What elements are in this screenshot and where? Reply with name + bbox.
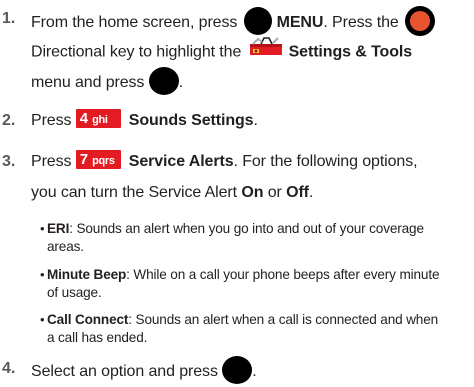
bullet: • — [40, 312, 45, 327]
key-7-icon: 7 pqrs — [75, 150, 121, 170]
settings-tools-label: Settings & Tools — [288, 43, 413, 61]
step-3-line-1: Press 7 pqrs Service Alerts. For the foll… — [31, 150, 418, 170]
step-1-line-1: From the home screen, press MENU. Press … — [31, 6, 436, 38]
key-4-icon: 4 ghi — [75, 109, 121, 129]
step-1-line-2: Directional key to highlight the Setting… — [31, 36, 413, 66]
step-1-line-3: menu and press . — [31, 67, 183, 97]
option-minute-beep-line-2: of usage. — [47, 285, 102, 300]
step-3-line-2: you can turn the Service Alert On or Off… — [31, 184, 314, 201]
bullet: • — [40, 221, 45, 236]
bullet: • — [40, 267, 45, 282]
step-1-number: 1. — [2, 10, 16, 27]
option-minute-beep-line-1: Minute Beep: While on a call your phone … — [47, 267, 440, 282]
step-4-line: Select an option and press . — [31, 356, 257, 386]
ok-key-icon — [148, 67, 179, 95]
manual-page: 1. From the home screen, press MENU. Pre… — [0, 0, 474, 387]
service-alerts-label: Service Alerts — [128, 153, 234, 170]
step-4-number: 4. — [2, 360, 16, 377]
ok-key-icon — [222, 356, 253, 384]
option-call-connect-line-1: Call Connect: Sounds an alert when a cal… — [47, 312, 439, 327]
option-eri-line-2: areas. — [47, 239, 84, 254]
sounds-settings-label: Sounds Settings — [128, 112, 254, 129]
option-eri-line-1: ERI: Sounds an alert when you go into an… — [47, 221, 424, 236]
step-2-number: 2. — [2, 112, 16, 129]
menu-label: MENU — [276, 14, 324, 32]
toolbox-icon — [249, 36, 283, 63]
ok-key-icon — [243, 7, 272, 35]
option-call-connect-line-2: a call has ended. — [47, 330, 148, 345]
step-3-number: 3. — [2, 153, 16, 170]
directional-key-icon — [405, 6, 436, 36]
step-2-line: Press 4 ghi Sounds Settings. — [31, 109, 258, 129]
